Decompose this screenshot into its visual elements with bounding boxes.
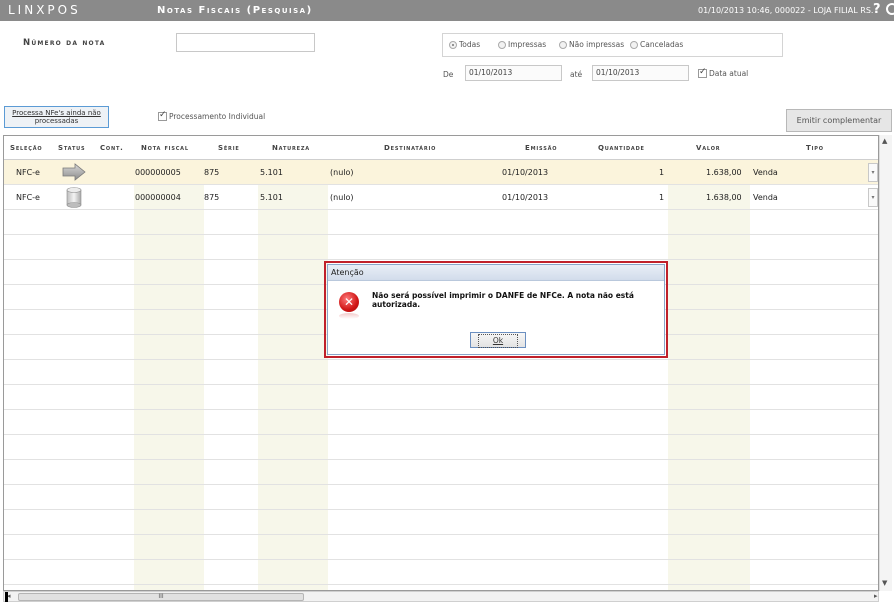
radio-label: Todas: [459, 40, 481, 49]
horizontal-scrollbar[interactable]: ◂ III ▸: [3, 591, 879, 602]
col-header-selecao[interactable]: Seleção: [10, 144, 42, 152]
ok-label: Ok: [477, 334, 519, 348]
processa-label-line1: Processa NFe's ainda não: [12, 109, 101, 117]
chevron-down-icon[interactable]: ▾: [868, 188, 878, 207]
cell-nota-fiscal: 000000004: [135, 193, 181, 202]
col-header-destinatario[interactable]: Destinatário: [384, 144, 436, 152]
col-header-status[interactable]: Status: [58, 144, 85, 152]
radio-impressas[interactable]: Impressas: [498, 40, 546, 49]
scroll-down-icon[interactable]: ▼: [882, 579, 887, 587]
dialog-title[interactable]: Atenção: [328, 265, 664, 281]
table-row[interactable]: NFC-e 000000004 875 5.101 (nulo) 01/10/2…: [4, 185, 878, 210]
ok-button[interactable]: Ok: [470, 332, 526, 348]
scroll-thumb[interactable]: III: [18, 593, 304, 601]
cell-destinatario: (nulo): [330, 168, 354, 177]
help-icon[interactable]: ?: [873, 2, 881, 17]
empty-row: [4, 385, 878, 410]
processa-nfe-button[interactable]: Processa NFe's ainda não processadas: [4, 106, 109, 128]
radio-canceladas[interactable]: Canceladas: [630, 40, 683, 49]
col-header-valor[interactable]: Valor: [696, 144, 720, 152]
data-ate-input[interactable]: 01/10/2013: [592, 65, 689, 81]
empty-row: [4, 210, 878, 235]
col-header-quantidade[interactable]: Quantidade: [598, 144, 645, 152]
cell-tipo: Venda: [753, 193, 778, 202]
processa-label-line2: processadas: [34, 117, 79, 125]
cell-valor: 1.638,00: [706, 168, 742, 177]
col-header-tipo[interactable]: Tipo: [806, 144, 824, 152]
radio-todas[interactable]: Todas: [449, 40, 480, 49]
processamento-individual-checkbox[interactable]: Processamento Individual: [158, 110, 266, 121]
radio-dot-icon: [559, 40, 567, 49]
database-icon: [66, 187, 82, 208]
radio-dot-icon: [630, 40, 638, 49]
window-title: Notas Fiscais (Pesquisa): [157, 5, 313, 16]
empty-row: [4, 535, 878, 560]
power-icon[interactable]: [886, 3, 894, 15]
cell-nota-fiscal: 000000005: [135, 168, 181, 177]
cell-serie: 875: [204, 193, 220, 202]
table-row[interactable]: NFC-e 000000005 875 5.101 (nulo) 01/10/2…: [4, 160, 878, 185]
cell-emissao: 01/10/2013: [502, 168, 549, 177]
data-atual-checkbox[interactable]: Data atual: [698, 67, 749, 78]
scroll-up-icon[interactable]: ▲: [882, 137, 887, 145]
app-brand: LINXPOS: [8, 3, 81, 17]
grid-header: Seleção Status Cont. Nota fiscal Série N…: [4, 136, 878, 160]
empty-row: [4, 410, 878, 435]
cell-serie: 875: [204, 168, 220, 177]
title-bar: LINXPOS Notas Fiscais (Pesquisa) 01/10/2…: [0, 0, 894, 21]
radio-dot-icon: [498, 40, 506, 49]
data-de-input[interactable]: 01/10/2013: [465, 65, 562, 81]
de-label: De: [443, 70, 454, 79]
empty-row: [4, 510, 878, 535]
empty-row: [4, 360, 878, 385]
error-icon: ✕: [339, 292, 359, 312]
cell-destinatario: (nulo): [330, 193, 354, 202]
alert-dialog: Atenção ✕ Não será possível imprimir o D…: [327, 264, 665, 355]
processamento-individual-label: Processamento Individual: [169, 112, 266, 121]
col-header-natureza[interactable]: Natureza: [272, 144, 310, 152]
col-header-nota-fiscal[interactable]: Nota fiscal: [141, 144, 189, 152]
cell-quantidade: 1: [659, 168, 665, 177]
cell-valor: 1.638,00: [706, 193, 742, 202]
radio-nao-impressas[interactable]: Não impressas: [559, 40, 624, 49]
checkbox-checked-icon: [158, 110, 167, 121]
checkbox-checked-icon: [698, 67, 707, 78]
vertical-scrollbar[interactable]: ▲ ▼: [879, 135, 892, 591]
col-header-serie[interactable]: Série: [218, 144, 240, 152]
arrow-right-icon: [62, 163, 86, 181]
empty-row: [4, 435, 878, 460]
data-atual-label: Data atual: [709, 69, 749, 78]
cell-natureza: 5.101: [260, 168, 283, 177]
cell-tipo: Venda: [753, 168, 778, 177]
empty-row: [4, 235, 878, 260]
empty-row: [4, 460, 878, 485]
cell-selecao: NFC-e: [16, 193, 40, 202]
numero-nota-label: Número da nota: [23, 38, 106, 48]
text-cursor: [5, 592, 8, 602]
chevron-down-icon[interactable]: ▾: [868, 163, 878, 182]
radio-label: Canceladas: [640, 40, 684, 49]
empty-row: [4, 485, 878, 510]
cell-emissao: 01/10/2013: [502, 193, 549, 202]
ate-label: até: [570, 70, 583, 79]
cell-quantidade: 1: [659, 193, 665, 202]
cell-selecao: NFC-e: [16, 168, 40, 177]
error-icon-reflection: [339, 313, 359, 319]
radio-label: Não impressas: [569, 40, 625, 49]
scroll-right-icon[interactable]: ▸: [874, 592, 878, 600]
radio-label: Impressas: [508, 40, 547, 49]
col-header-emissao[interactable]: Emissão: [525, 144, 557, 152]
col-header-cont[interactable]: Cont.: [100, 144, 124, 152]
emitir-complementar-button[interactable]: Emitir complementar: [786, 109, 892, 132]
radio-dot-icon: [449, 40, 457, 49]
cell-natureza: 5.101: [260, 193, 283, 202]
session-info: 01/10/2013 10:46, 000022 - LOJA FILIAL R…: [698, 6, 874, 15]
status-filter-group: Todas Impressas Não impressas Canceladas: [442, 33, 783, 57]
dialog-message: Não será possível imprimir o DANFE de NF…: [372, 291, 634, 309]
notas-grid: Seleção Status Cont. Nota fiscal Série N…: [3, 135, 879, 591]
numero-nota-input[interactable]: [176, 33, 315, 52]
empty-row: [4, 560, 878, 585]
